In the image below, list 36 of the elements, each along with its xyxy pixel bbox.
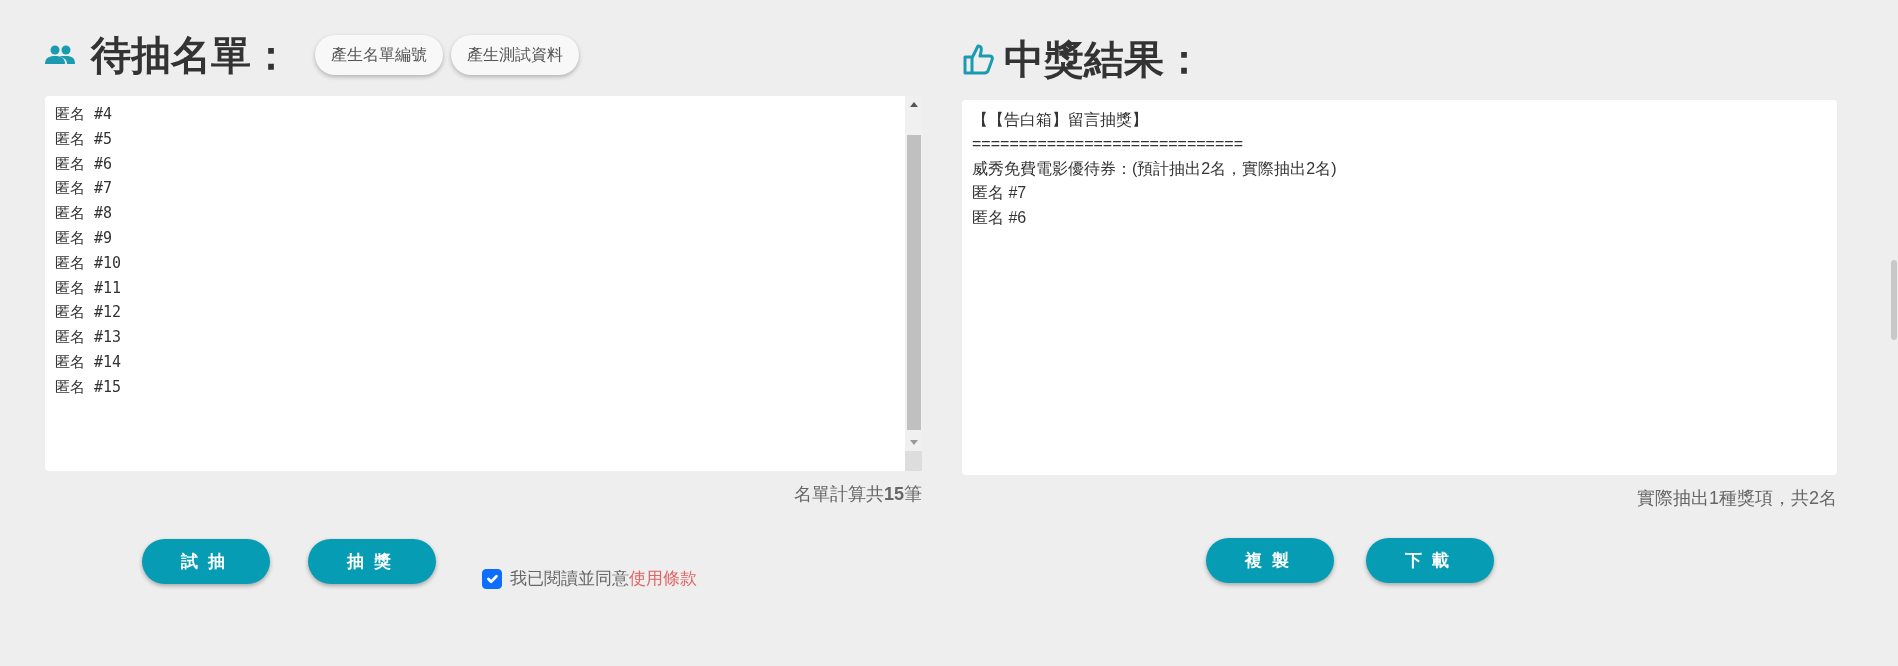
action-button[interactable]: 複製	[1206, 538, 1334, 583]
list-line: 匿名 #10	[55, 252, 123, 274]
list-line: 匿名 #14	[55, 351, 123, 373]
list-line: 匿名 #9	[55, 228, 114, 249]
list-count: 名單計算共15筆	[793, 484, 922, 504]
results-summary: 實際抽出1種獎項，共2名	[1636, 488, 1837, 508]
scrollbar[interactable]	[905, 96, 922, 471]
action-button[interactable]: 下載	[1366, 538, 1494, 583]
action-button[interactable]: 試抽	[142, 539, 270, 585]
list-line: 匿名 #4	[55, 104, 114, 125]
list-line: 匿名 #5	[55, 128, 114, 150]
result-line: 匿名 #6	[972, 207, 1028, 228]
list-line: 匿名 #15	[55, 376, 123, 398]
tool-button[interactable]: 產生名單編號	[315, 35, 443, 75]
terms-link[interactable]: 使用條款	[629, 569, 697, 588]
people-icon	[45, 45, 75, 65]
page-scrollbar[interactable]	[1891, 260, 1897, 340]
result-line: 威秀免費電影優待券：(預計抽出2名，實際抽出2名)	[972, 158, 1338, 179]
list-line: 匿名 #6	[55, 153, 114, 175]
result-line: 【【告白箱】留言抽獎】	[972, 110, 1149, 130]
name-list-field[interactable]: 匿名 #4 匿名 #5 匿名 #6 匿名 #7 匿名 #8 匿名 #9 匿名 #10 匿名 #11 匿名 #12 匿名 #13 匿名 #14 匿名 #15	[45, 96, 922, 471]
list-line: 匿名 #12	[55, 302, 123, 324]
list-title: 待抽名單：	[91, 35, 291, 75]
list-line: 匿名 #7	[55, 178, 114, 200]
list-line: 匿名 #13	[55, 327, 123, 349]
consent-checkbox[interactable]	[482, 568, 502, 589]
list-line: 匿名 #8	[55, 203, 114, 225]
result-line: 匿名 #7	[972, 183, 1028, 204]
list-line: 匿名 #11	[55, 277, 123, 299]
action-button[interactable]: 抽獎	[308, 539, 436, 585]
results-field[interactable]: 【【告白箱】留言抽獎】 ============================= 威秀免費電影優待券：(預計抽出2名，實際抽出2名) 匿名 #7 匿名 #6	[962, 100, 1837, 475]
thumbs-up-icon	[962, 42, 996, 76]
results-title: 中獎結果：	[1004, 39, 1204, 79]
tool-button[interactable]: 產生測試資料	[451, 35, 579, 75]
result-line: =============================	[972, 134, 1244, 155]
consent-text: 我已閱讀並同意使用條款	[510, 568, 697, 590]
